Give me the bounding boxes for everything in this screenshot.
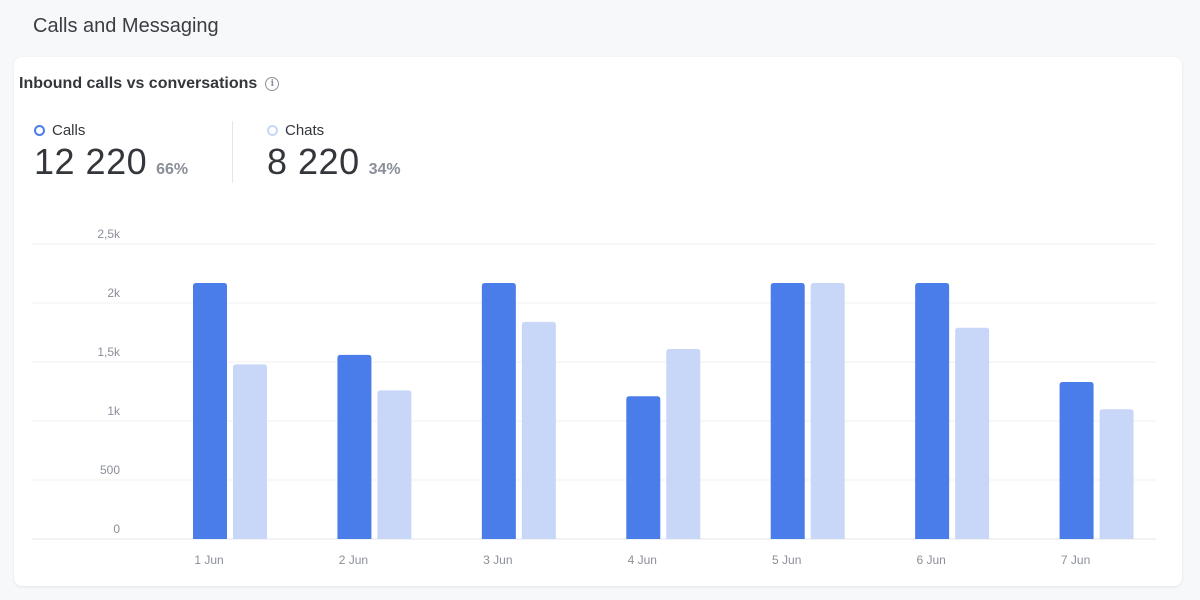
bar-calls-3[interactable]: [481, 282, 516, 539]
y-tick-label: 0: [113, 522, 120, 536]
y-tick-label: 1,5k: [97, 345, 121, 359]
page-title: Calls and Messaging: [33, 15, 219, 37]
x-tick-label: 6 Jun: [916, 553, 945, 567]
x-tick-label: 1 Jun: [194, 553, 223, 567]
bar-chats-2[interactable]: [377, 390, 412, 539]
bar-chats-1[interactable]: [233, 364, 267, 539]
bar-chart: 0 500 1k 1,5k 2k 2,5k 1 Jun 2 Jun 3 Jun 4 Jun 5 Ju…: [32, 227, 1156, 567]
bar-calls-6[interactable]: [915, 282, 950, 539]
x-tick-label: 5 Jun: [772, 553, 801, 567]
x-tick-label: 2 Jun: [339, 553, 368, 567]
bar-chats-5[interactable]: [810, 282, 845, 539]
bar-chats-6[interactable]: [955, 327, 990, 539]
bar-chats-7[interactable]: [1099, 409, 1134, 539]
y-tick-label: 500: [100, 463, 120, 477]
inbound-calls-card: Inbound calls vs conversations i Calls 1…: [14, 57, 1182, 586]
bar-chats-3[interactable]: [521, 321, 556, 539]
bar-calls-4[interactable]: [626, 396, 661, 539]
x-tick-label: 3 Jun: [483, 553, 512, 567]
x-tick-label: 4 Jun: [628, 553, 657, 567]
y-tick-label: 2,5k: [97, 227, 121, 241]
bar-chats-4[interactable]: [666, 349, 701, 539]
x-tick-label: 7 Jun: [1061, 553, 1090, 567]
bar-calls-7[interactable]: [1059, 382, 1094, 539]
bar-calls-2[interactable]: [337, 354, 372, 539]
bar-calls-1[interactable]: [193, 282, 227, 539]
y-tick-label: 1k: [107, 404, 121, 418]
y-tick-label: 2k: [107, 286, 121, 300]
bar-calls-5[interactable]: [770, 282, 805, 539]
